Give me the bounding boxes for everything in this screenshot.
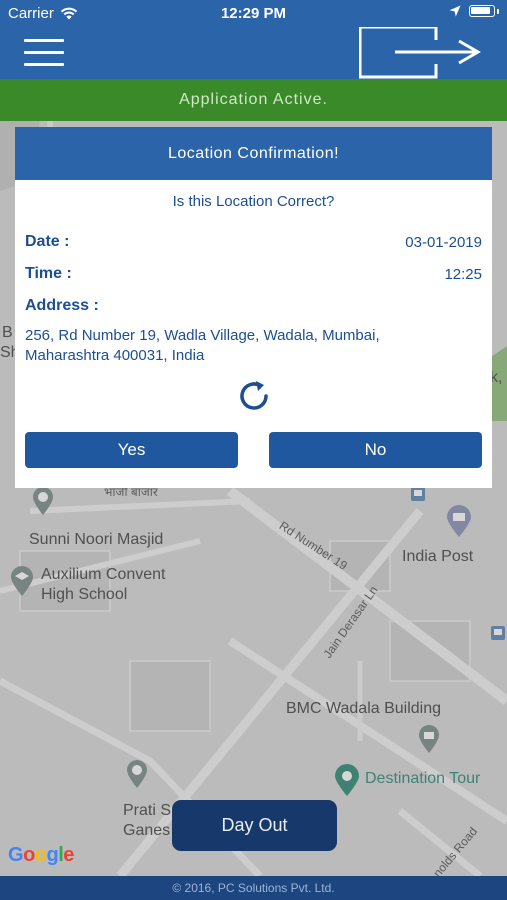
application-active-banner: Application Active. bbox=[0, 79, 507, 121]
dialog-title: Location Confirmation! bbox=[15, 127, 492, 180]
date-value: 03-01-2019 bbox=[405, 234, 482, 251]
address-label: Address : bbox=[25, 297, 99, 314]
time-label: Time : bbox=[25, 265, 72, 282]
status-bar: Carrier 12:29 PM bbox=[0, 0, 507, 27]
location-confirmation-dialog: Location Confirmation! Is this Location … bbox=[15, 127, 492, 488]
status-right bbox=[449, 5, 499, 17]
google-logo: Google bbox=[8, 844, 74, 866]
status-time: 12:29 PM bbox=[220, 5, 287, 22]
battery-tip bbox=[497, 8, 499, 14]
location-arrow-icon bbox=[449, 5, 461, 17]
dialog-question: Is this Location Correct? bbox=[172, 193, 335, 210]
refresh-icon[interactable] bbox=[235, 377, 273, 415]
time-value: 12:25 bbox=[444, 266, 482, 283]
address-line-2: Maharashtra 400031, India bbox=[25, 347, 205, 364]
yes-button[interactable]: Yes bbox=[25, 432, 238, 468]
address-line-1: 256, Rd Number 19, Wadla Village, Wadala… bbox=[25, 327, 380, 344]
day-out-button[interactable]: Day Out bbox=[172, 800, 337, 851]
date-label: Date : bbox=[25, 233, 70, 250]
no-button[interactable]: No bbox=[269, 432, 482, 468]
address-value: 256, Rd Number 19, Wadla Village, Wadala… bbox=[25, 326, 465, 366]
footer-copyright: © 2016, PC Solutions Pvt. Ltd. bbox=[0, 876, 507, 900]
menu-icon[interactable] bbox=[24, 39, 64, 67]
nav-bar bbox=[0, 27, 507, 79]
battery-icon bbox=[469, 5, 495, 17]
logout-icon[interactable] bbox=[359, 27, 483, 79]
